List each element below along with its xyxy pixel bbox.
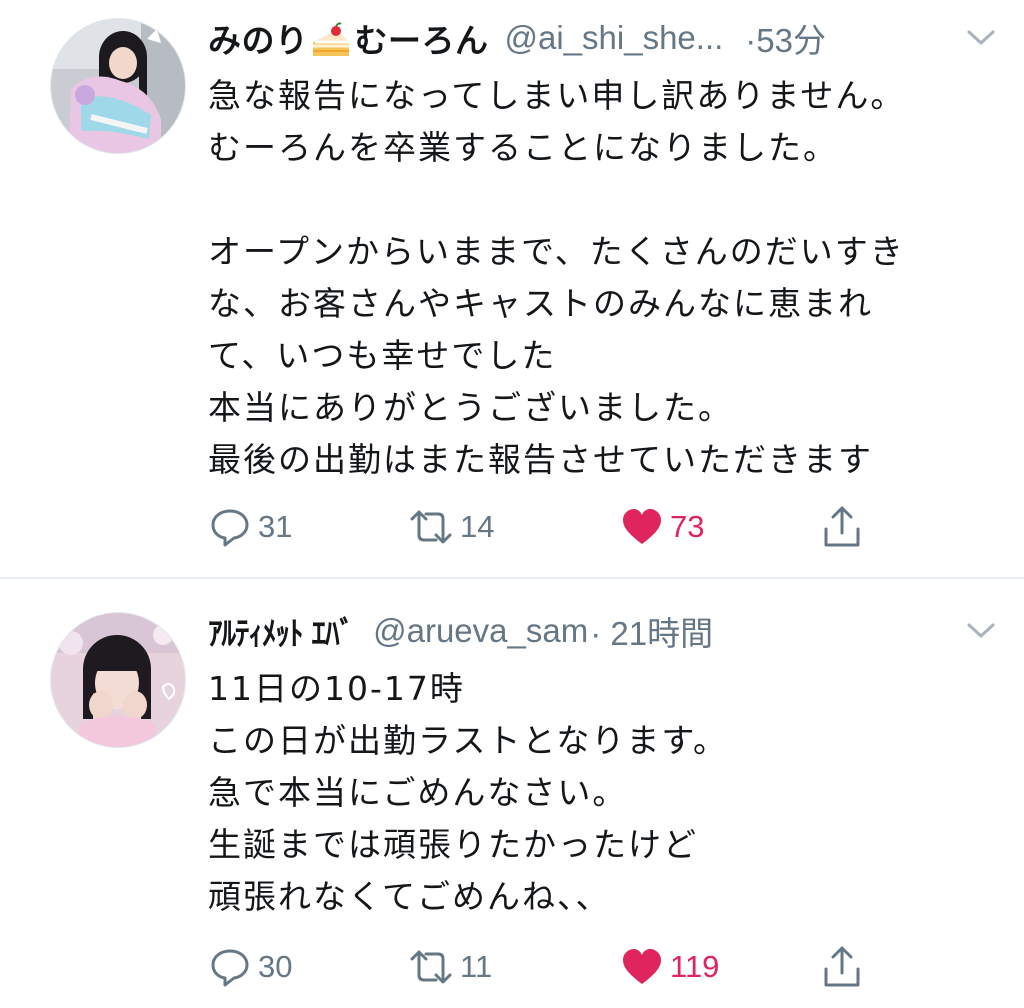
- tweet-text: 急な報告になってしまい申し訳ありません。 むーろんを卒業することになりました。 …: [208, 70, 994, 486]
- display-name-part: みのり: [208, 20, 309, 60]
- timestamp[interactable]: ·53分: [745, 14, 826, 62]
- reply-button[interactable]: 31: [208, 503, 292, 551]
- like-button[interactable]: 119: [620, 943, 719, 991]
- heart-icon: [623, 509, 661, 544]
- share-icon: [824, 946, 860, 987]
- tweet-text-line: むーろんを卒業することになりました。: [208, 128, 838, 167]
- share-icon: [824, 506, 860, 547]
- like-count: 73: [670, 509, 705, 544]
- like-count: 119: [670, 949, 720, 984]
- avatar[interactable]: [50, 18, 186, 154]
- chevron-down-icon[interactable]: [966, 621, 996, 641]
- tweet-text-line: て、いつも幸せでした: [208, 336, 557, 375]
- retweet-button[interactable]: 11: [408, 943, 492, 991]
- tweet-text-line: [208, 174, 994, 226]
- retweet-count: 14: [460, 509, 495, 544]
- retweet-icon: [410, 950, 452, 984]
- reply-button[interactable]: 30: [208, 943, 292, 991]
- user-handle[interactable]: @arueva_sam: [373, 612, 588, 650]
- tweet-text-line: 頑張れなくてごめんね、、: [208, 877, 611, 916]
- like-button[interactable]: 73: [620, 503, 704, 551]
- tweet-text-line: 最後の出勤はまた報告させていただきます: [208, 440, 873, 479]
- share-button[interactable]: [820, 943, 864, 991]
- tweet-text-line: 11日の10-17時: [208, 669, 465, 708]
- retweet-button[interactable]: 14: [408, 503, 494, 551]
- timestamp[interactable]: · 21時間: [590, 607, 713, 655]
- tweet-header: ｱﾙﾃｨﾒｯﾄ ｴﾊﾞ @arueva_sam · 21時間: [208, 607, 984, 655]
- tweet-text: 11日の10-17時 この日が出勤ラストとなります。 急で本当にごめんなさい。 …: [208, 663, 994, 923]
- tweet-text-line: この日が出勤ラストとなります。: [208, 721, 729, 760]
- tweet-text-line: 急な報告になってしまい申し訳ありません。: [208, 76, 906, 115]
- display-name[interactable]: みのり むーろん: [208, 14, 489, 63]
- display-name-part: むーろん: [354, 20, 489, 60]
- tweet-actions: 31 14 73: [208, 503, 868, 551]
- tweet-text-line: 本当にありがとうございました。: [208, 388, 733, 427]
- chevron-down-icon[interactable]: [966, 28, 996, 48]
- cake-icon: [309, 22, 355, 62]
- retweet-icon: [410, 510, 452, 544]
- reply-icon: [211, 509, 249, 547]
- tweet-text-line: 急で本当にごめんなさい。: [208, 773, 628, 812]
- retweet-count: 11: [460, 949, 493, 984]
- tweet-actions: 30 11 119: [208, 943, 868, 991]
- heart-icon: [623, 949, 661, 984]
- reply-count: 31: [258, 509, 293, 544]
- share-button[interactable]: [820, 503, 864, 551]
- tweet-text-line: な、お客さんやキャストのみんなに恵まれ: [208, 284, 873, 323]
- reply-count: 30: [258, 949, 293, 984]
- tweet-text-line: 生誕までは頑張りたかったけど: [208, 825, 698, 864]
- display-name[interactable]: ｱﾙﾃｨﾒｯﾄ ｴﾊﾞ: [208, 607, 354, 654]
- tweet-header: みのり むーろん @ai_shi_she... ·53分: [208, 14, 984, 62]
- tweet[interactable]: ｱﾙﾃｨﾒｯﾄ ｴﾊﾞ @arueva_sam · 21時間 11日の10-17…: [0, 579, 1024, 1008]
- reply-icon: [211, 949, 249, 987]
- tweet[interactable]: みのり むーろん @ai_shi_she... ·53分 急な報告になってしまい…: [0, 0, 1024, 578]
- avatar[interactable]: [50, 612, 186, 748]
- user-handle[interactable]: @ai_shi_she...: [505, 19, 724, 57]
- tweet-text-line: オープンからいままで、たくさんのだいすき: [208, 232, 905, 271]
